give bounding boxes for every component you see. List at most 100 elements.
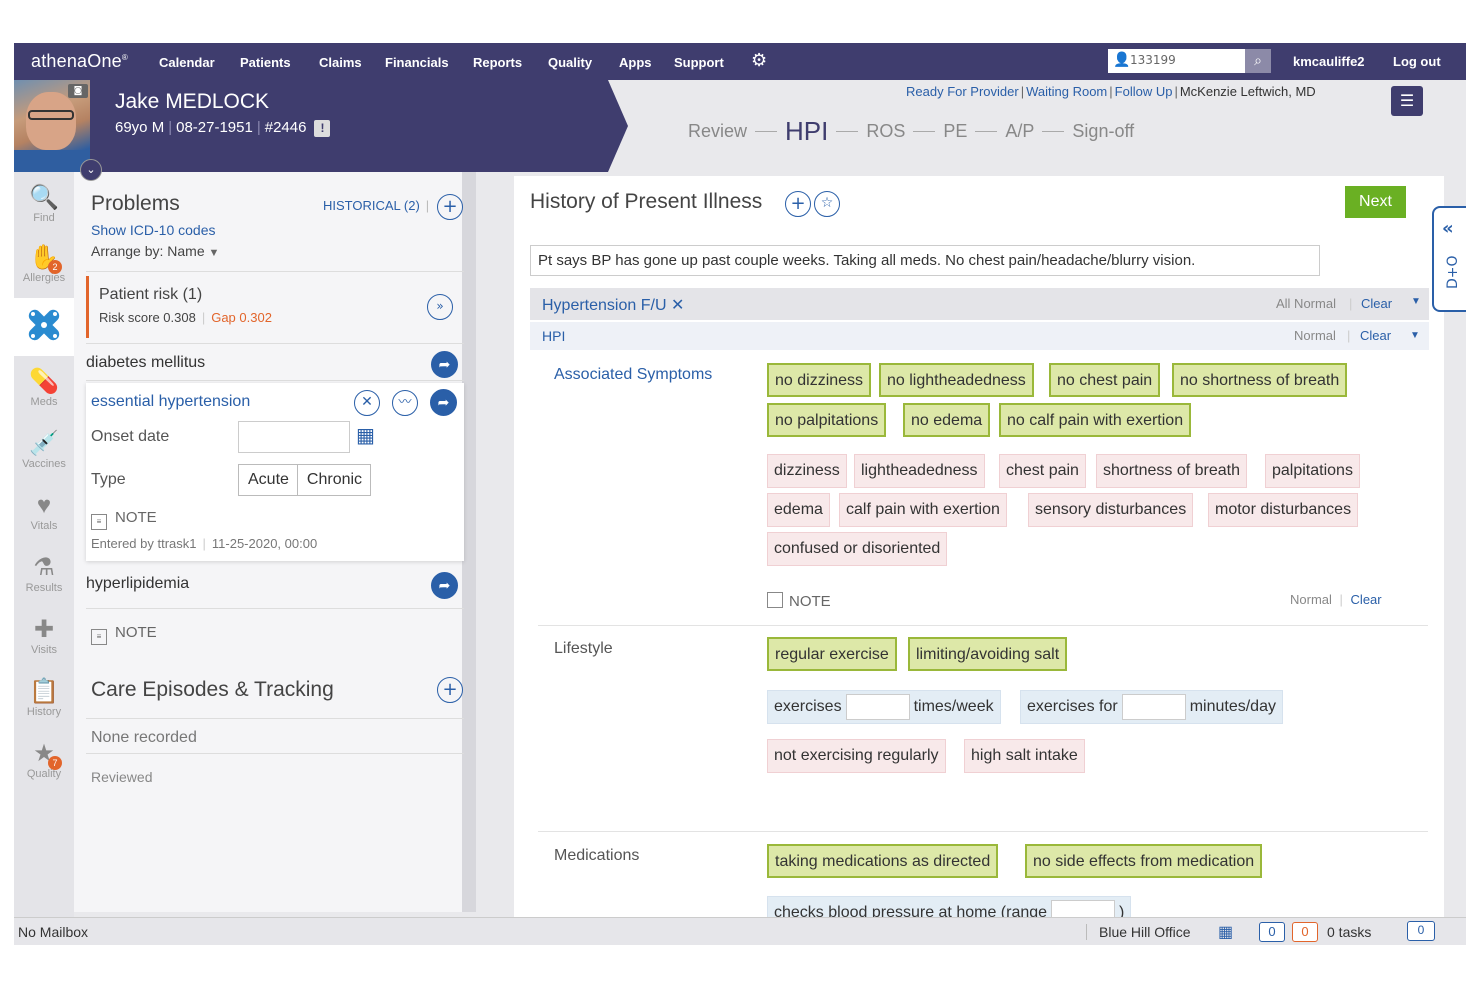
add-problem-button[interactable]: + <box>437 194 463 220</box>
arrange-dropdown[interactable]: Arrange by: Name ▼ <box>91 243 219 259</box>
chip-regular-exercise[interactable]: regular exercise <box>767 637 897 671</box>
share-icon[interactable]: ➦ <box>431 351 458 378</box>
hpi-summary-input[interactable]: Pt says BP has gone up past couple weeks… <box>530 245 1320 276</box>
chip-shortness-of-breath[interactable]: shortness of breath <box>1096 454 1247 488</box>
rail-meds[interactable]: 💊 Meds <box>14 368 74 408</box>
note-button[interactable]: ≡ NOTE <box>91 509 157 530</box>
onset-date-input[interactable] <box>238 421 350 453</box>
share-icon[interactable]: ➦ <box>431 572 458 599</box>
chat-icon[interactable]: 0 <box>1407 921 1435 941</box>
chip-no-shortness-of-breath[interactable]: no shortness of breath <box>1172 363 1348 397</box>
rail-problems[interactable] <box>14 298 74 356</box>
caret-down-icon[interactable]: ▼ <box>1410 330 1420 341</box>
nav-reports[interactable]: Reports <box>473 55 522 70</box>
chip-taking-meds[interactable]: taking medications as directed <box>767 844 999 878</box>
step-review[interactable]: Review <box>688 121 747 142</box>
patient-search-input[interactable]: 👤 133199 <box>1108 49 1245 73</box>
close-icon[interactable]: ✕ <box>354 390 380 416</box>
clear-button[interactable]: Clear <box>1351 592 1382 607</box>
nav-apps[interactable]: Apps <box>619 55 652 70</box>
office-name[interactable]: Blue Hill Office <box>1086 924 1191 940</box>
clear-all-button[interactable]: Clear <box>1361 296 1392 311</box>
gear-icon[interactable]: ⚙ <box>751 50 767 71</box>
share-icon[interactable]: ➦ <box>430 389 457 416</box>
step-signoff[interactable]: Sign-off <box>1072 121 1134 142</box>
nav-support[interactable]: Support <box>674 55 724 70</box>
patient-risk-row[interactable]: Patient risk (1) Risk score 0.308 | Gap 0.… <box>86 276 464 338</box>
tasks-count[interactable]: 0 tasks <box>1327 924 1371 940</box>
normal-button[interactable]: Normal <box>1294 328 1336 343</box>
chip-limiting-salt[interactable]: limiting/avoiding salt <box>908 637 1068 671</box>
step-hpi[interactable]: HPI <box>785 116 828 147</box>
rail-find[interactable]: 🔍 Find <box>14 184 74 224</box>
chip-palpitations[interactable]: palpitations <box>1265 454 1360 488</box>
caret-down-icon[interactable]: ▼ <box>1411 296 1421 307</box>
chip-exercises-minutes-day[interactable]: exercises for minutes/day <box>1020 690 1283 724</box>
exercises-count-input[interactable] <box>845 693 910 720</box>
step-ros[interactable]: ROS <box>866 121 905 142</box>
chip-not-exercising[interactable]: not exercising regularly <box>767 739 946 773</box>
count-orange[interactable]: 0 <box>1292 922 1318 942</box>
chip-motor-disturbances[interactable]: motor disturbances <box>1208 493 1359 527</box>
chip-no-calf-pain[interactable]: no calf pain with exertion <box>999 403 1192 437</box>
clear-button[interactable]: Clear <box>1360 328 1391 343</box>
add-care-episode-button[interactable]: + <box>437 677 463 703</box>
alert-icon[interactable]: ! <box>314 120 331 137</box>
nav-claims[interactable]: Claims <box>319 55 362 70</box>
step-pe[interactable]: PE <box>943 121 967 142</box>
chip-no-dizziness[interactable]: no dizziness <box>767 363 872 397</box>
calendar-icon[interactable]: ▦ <box>1218 922 1233 942</box>
rail-vitals[interactable]: ♥ Vitals <box>14 492 74 532</box>
calendar-icon[interactable]: ▦ <box>356 423 382 449</box>
next-button[interactable]: Next <box>1345 186 1406 218</box>
historical-link[interactable]: HISTORICAL (2) | <box>323 198 429 213</box>
menu-button[interactable]: ☰ <box>1391 86 1423 116</box>
rail-quality[interactable]: ★ 7 Quality <box>14 740 74 780</box>
exercise-minutes-input[interactable] <box>1121 693 1186 720</box>
athena-logo[interactable]: athenaOne® <box>31 51 128 72</box>
count-blue[interactable]: 0 <box>1259 922 1285 942</box>
all-normal-button[interactable]: All Normal <box>1276 296 1336 311</box>
chip-no-lightheadedness[interactable]: no lightheadedness <box>879 363 1034 397</box>
problem-hypertension[interactable]: essential hypertension <box>91 393 250 411</box>
note-button[interactable]: NOTE <box>767 592 831 610</box>
problem-hyperlipidemia[interactable]: hyperlipidemia <box>86 575 189 593</box>
avatar[interactable]: ◙ <box>14 80 90 172</box>
chip-no-chest-pain[interactable]: no chest pain <box>1049 363 1161 397</box>
username[interactable]: kmcauliffe2 <box>1293 54 1365 69</box>
rail-allergies[interactable]: ✋ 2 Allergies <box>14 244 74 284</box>
nav-calendar[interactable]: Calendar <box>159 55 215 70</box>
chip-calf-pain[interactable]: calf pain with exertion <box>839 493 1007 527</box>
chip-lightheadedness[interactable]: lightheadedness <box>854 454 985 488</box>
close-icon[interactable]: ✕ <box>671 297 684 314</box>
nav-patients[interactable]: Patients <box>240 55 291 70</box>
waiting-room-link[interactable]: Waiting Room <box>1026 84 1107 99</box>
chevron-down-icon[interactable]: ⌄ <box>80 159 102 181</box>
care-reviewed[interactable]: Reviewed <box>91 769 152 785</box>
note-button[interactable]: ≡ NOTE <box>91 624 157 645</box>
nav-quality[interactable]: Quality <box>548 55 592 70</box>
normal-button[interactable]: Normal <box>1290 592 1332 607</box>
add-hpi-button[interactable]: + <box>785 191 811 217</box>
rail-visits[interactable]: ✚ Visits <box>14 616 74 656</box>
search-button[interactable]: ⌕ <box>1245 49 1271 73</box>
chip-exercises-times-week[interactable]: exercises times/week <box>767 690 1001 724</box>
risk-expand-button[interactable]: » <box>427 294 453 320</box>
problem-diabetes[interactable]: diabetes mellitus <box>86 354 205 372</box>
type-chronic-button[interactable]: Chronic <box>296 465 370 495</box>
chip-chest-pain[interactable]: chest pain <box>999 454 1086 488</box>
logout-link[interactable]: Log out <box>1393 54 1441 69</box>
nav-financials[interactable]: Financials <box>385 55 449 70</box>
mailbox-status[interactable]: No Mailbox <box>18 924 88 940</box>
chip-no-side-effects[interactable]: no side effects from medication <box>1025 844 1263 878</box>
trend-icon[interactable]: 〰 <box>392 390 418 416</box>
favorite-star-icon[interactable]: ☆ <box>814 191 840 217</box>
rail-history[interactable]: 📋 History <box>14 678 74 718</box>
step-ap[interactable]: A/P <box>1005 121 1034 142</box>
show-icd-link[interactable]: Show ICD-10 codes <box>91 222 216 238</box>
rail-vaccines[interactable]: 💉 Vaccines <box>14 430 74 470</box>
chip-sensory-disturbances[interactable]: sensory disturbances <box>1028 493 1194 527</box>
type-acute-button[interactable]: Acute <box>239 465 297 495</box>
chip-confused[interactable]: confused or disoriented <box>767 532 948 566</box>
chip-dizziness[interactable]: dizziness <box>767 454 847 488</box>
